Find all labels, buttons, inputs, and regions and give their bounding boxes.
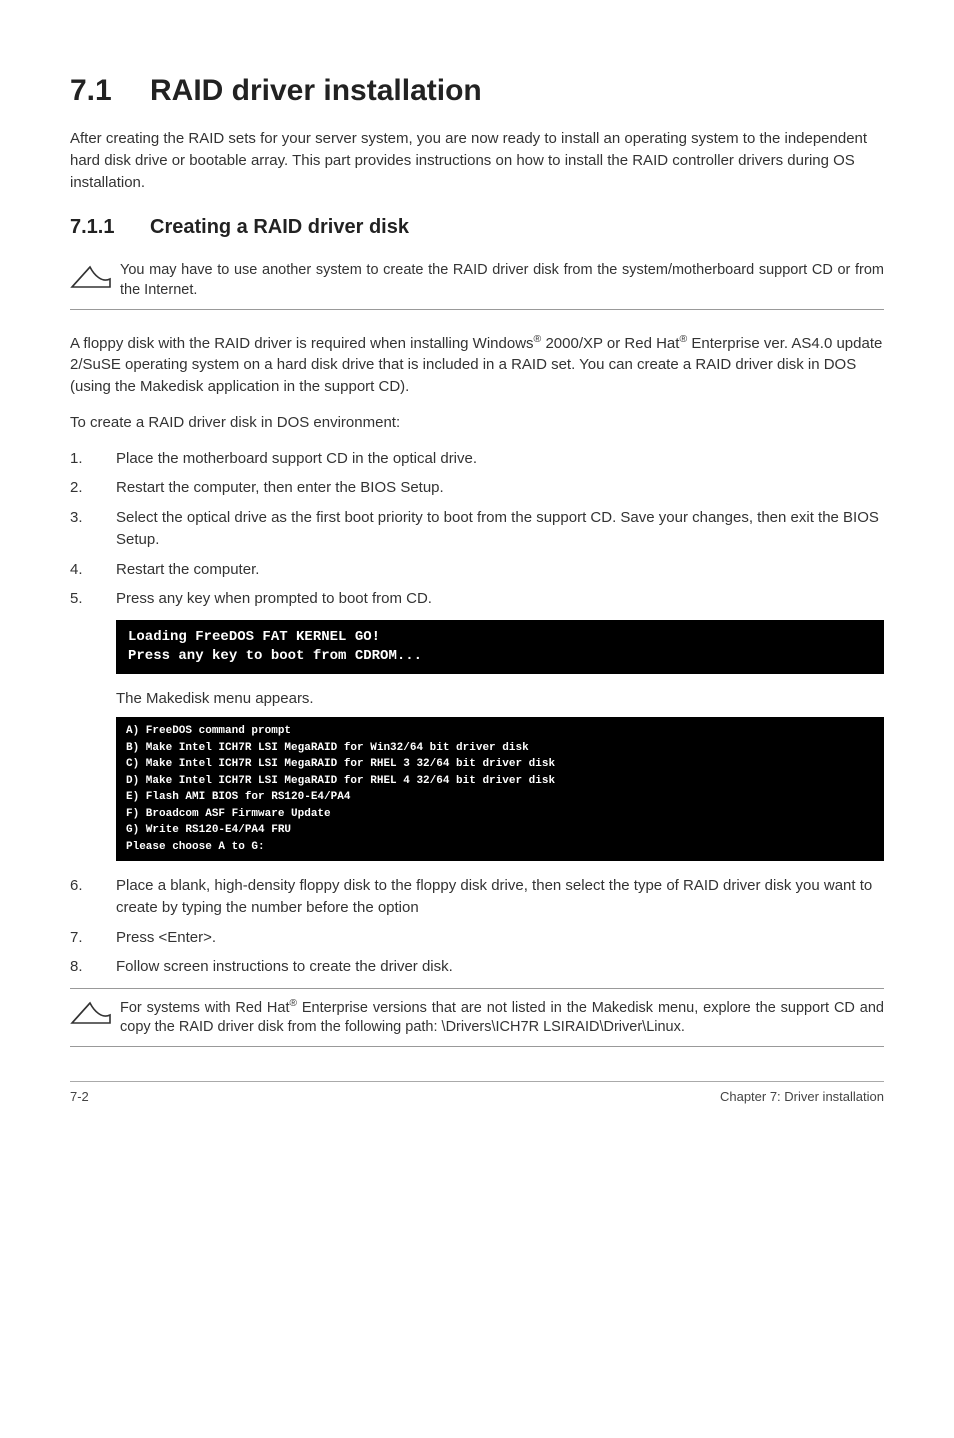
section-number: 7.1: [70, 70, 150, 112]
steps-list-2: Place a blank, high-density floppy disk …: [70, 875, 884, 978]
body-paragraph-1: A floppy disk with the RAID driver is re…: [70, 332, 884, 398]
note-text-2: For systems with Red Hat® Enterprise ver…: [120, 997, 884, 1038]
subsection-heading: 7.1.1Creating a RAID driver disk: [70, 213, 884, 241]
terminal-output-2: A) FreeDOS command prompt B) Make Intel …: [116, 717, 884, 861]
note-text-1: You may have to use another system to cr…: [120, 261, 884, 300]
section-heading: 7.1RAID driver installation: [70, 70, 884, 112]
note-icon: [70, 997, 120, 1036]
makedisk-caption: The Makedisk menu appears.: [116, 688, 884, 709]
subsection-number: 7.1.1: [70, 213, 150, 241]
note-block-1: You may have to use another system to cr…: [70, 253, 884, 309]
steps-list-1: Place the motherboard support CD in the …: [70, 448, 884, 611]
page-number: 7-2: [70, 1088, 89, 1106]
intro-paragraph: After creating the RAID sets for your se…: [70, 128, 884, 193]
subsection-title: Creating a RAID driver disk: [150, 216, 409, 238]
step-item: Place the motherboard support CD in the …: [70, 448, 884, 470]
step-item: Follow screen instructions to create the…: [70, 956, 884, 978]
chapter-label: Chapter 7: Driver installation: [720, 1088, 884, 1106]
body-paragraph-2: To create a RAID driver disk in DOS envi…: [70, 412, 884, 434]
page-footer: 7-2 Chapter 7: Driver installation: [70, 1081, 884, 1106]
registered-mark: ®: [290, 998, 297, 1009]
note-icon: [70, 261, 120, 300]
step-item: Press <Enter>.: [70, 927, 884, 949]
step-item: Place a blank, high-density floppy disk …: [70, 875, 884, 919]
note-block-2: For systems with Red Hat® Enterprise ver…: [70, 988, 884, 1047]
step-item: Select the optical drive as the first bo…: [70, 507, 884, 551]
step-item: Press any key when prompted to boot from…: [70, 588, 884, 610]
terminal-output-1: Loading FreeDOS FAT KERNEL GO! Press any…: [116, 620, 884, 674]
step-item: Restart the computer.: [70, 559, 884, 581]
section-title: RAID driver installation: [150, 74, 482, 107]
step-item: Restart the computer, then enter the BIO…: [70, 477, 884, 499]
